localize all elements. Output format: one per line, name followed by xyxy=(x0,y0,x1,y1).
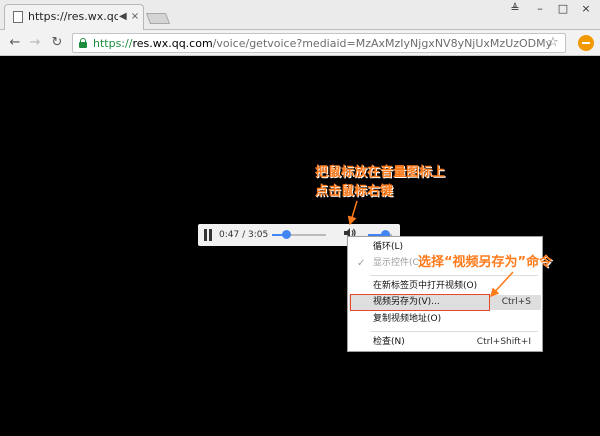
title-bar: https://res.wx.qq.com ◀ × ≜ – □ × xyxy=(0,0,600,30)
browser-tab[interactable]: https://res.wx.qq.com ◀ × xyxy=(4,4,144,30)
forward-button[interactable]: → xyxy=(26,34,44,52)
url-text[interactable]: https://res.wx.qq.com/voice/getvoice?med… xyxy=(93,36,552,52)
menu-item-label: 循环(L) xyxy=(373,242,404,252)
new-tab-button[interactable] xyxy=(145,13,171,24)
playback-time: 0:47 / 3:05 xyxy=(219,230,269,240)
menu-item-label: 复制视频地址(O) xyxy=(373,314,442,324)
save-as-annotation: 选择“视频另存为”命令 xyxy=(418,255,553,270)
menu-item-shortcut: Ctrl+Shift+I xyxy=(476,337,531,347)
back-button[interactable]: ← xyxy=(6,34,24,52)
menu-item-copy-video-address[interactable]: 复制视频地址(O) xyxy=(349,312,541,327)
minimize-button[interactable]: – xyxy=(528,0,552,18)
profile-icon[interactable]: ≜ xyxy=(503,0,527,18)
menu-item-shortcut: Ctrl+S xyxy=(501,297,531,307)
bookmark-star-icon[interactable]: ☆ xyxy=(545,35,561,51)
tab-title: https://res.wx.qq.com xyxy=(28,10,118,23)
instruction-line-2: 点击鼠标右键 xyxy=(315,184,394,199)
annotation-arrows xyxy=(347,200,514,298)
pause-icon[interactable] xyxy=(203,229,213,241)
tab-audio-icon[interactable]: ◀ xyxy=(119,10,129,24)
instruction-line-1: 把鼠标放在音量图标上 xyxy=(315,165,446,180)
browser-menu-update-icon[interactable] xyxy=(578,35,594,51)
menu-item-label: 显示控件(C) xyxy=(373,258,423,268)
seek-slider[interactable] xyxy=(272,230,326,239)
maximize-button[interactable]: □ xyxy=(551,0,575,18)
url-scheme: https:// xyxy=(93,37,133,50)
url-path: /voice/getvoice?mediaid=MzAxMzIyNjgxNV8y… xyxy=(212,37,553,50)
instruction-annotation: 把鼠标放在音量图标上 点击鼠标右键 xyxy=(315,163,485,201)
page-icon xyxy=(13,11,23,23)
close-window-button[interactable]: × xyxy=(574,0,598,18)
menu-item-label: 检查(N) xyxy=(373,337,405,347)
menu-item-open-in-new-tab[interactable]: 在新标签页中打开视频(O) xyxy=(349,279,541,294)
tab-close-icon[interactable]: × xyxy=(130,10,140,24)
menu-separator xyxy=(370,275,538,276)
browser-toolbar: ← → ↻ https://res.wx.qq.com/voice/getvoi… xyxy=(0,30,600,56)
address-bar[interactable]: https://res.wx.qq.com/voice/getvoice?med… xyxy=(72,33,566,53)
lock-icon[interactable] xyxy=(79,38,87,49)
seek-thumb[interactable] xyxy=(281,230,291,239)
menu-item-inspect[interactable]: 检查(N) Ctrl+Shift+I xyxy=(349,335,541,350)
highlight-box xyxy=(350,294,490,311)
arrow-to-volume-icon xyxy=(347,200,358,226)
menu-separator xyxy=(370,331,538,332)
reload-button[interactable]: ↻ xyxy=(48,34,66,52)
menu-item-label: 在新标签页中打开视频(O) xyxy=(373,281,478,291)
url-host: res.wx.qq.com xyxy=(132,37,213,50)
check-icon: ✓ xyxy=(357,258,366,269)
